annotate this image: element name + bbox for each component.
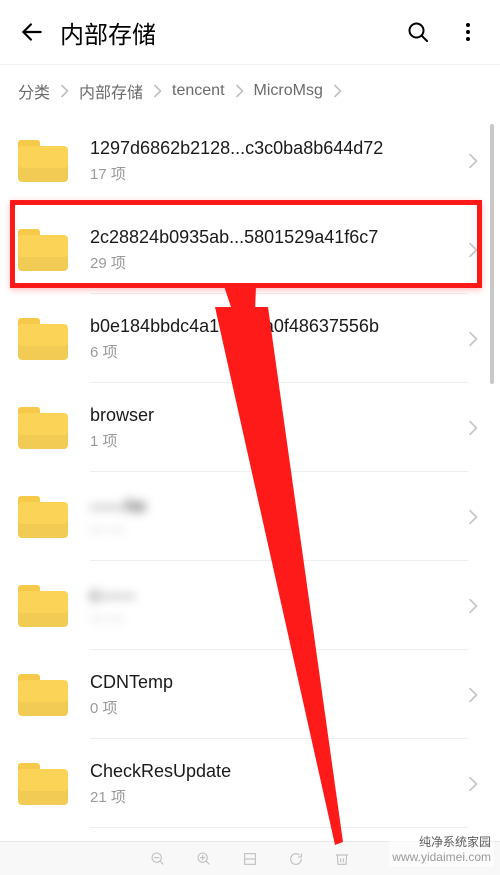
folder-item[interactable]: browser 1 项: [0, 383, 484, 472]
search-icon: [406, 20, 430, 44]
tool-fit-icon[interactable]: [240, 849, 260, 869]
folder-item-text: 2c28824b0935ab...5801529a41f6c7 29 项: [90, 227, 462, 273]
chevron-right-icon: [462, 153, 484, 169]
list-viewport: 1297d6862b2128...c3c0ba8b644d72 17 项 2c288…: [0, 116, 500, 840]
tool-delete-icon[interactable]: [332, 849, 352, 869]
folder-icon: [18, 407, 68, 449]
file-manager-screen: { "header": { "title": "内部存储" }, "breadc…: [0, 0, 500, 875]
folder-name: b0e184bbdc4a1ff...1da0f48637556b: [90, 316, 462, 337]
back-button[interactable]: [18, 18, 46, 46]
folder-item[interactable]: CDNTemp 0 项: [0, 650, 484, 739]
scrollbar[interactable]: [490, 124, 494, 384]
tool-zoom-out-icon[interactable]: [148, 849, 168, 869]
folder-item-text: CDNTemp 0 项: [90, 672, 462, 718]
chevron-right-icon: [462, 687, 484, 703]
chevron-right-icon: [462, 776, 484, 792]
folder-item-text: b0e184bbdc4a1ff...1da0f48637556b 6 项: [90, 316, 462, 362]
folder-sub: 17 项: [90, 163, 462, 184]
chevron-right-icon: [153, 84, 162, 98]
folder-item-text: 1297d6862b2128...c3c0ba8b644d72 17 项: [90, 138, 462, 184]
folder-sub: — —: [90, 610, 462, 627]
watermark: 纯净系统家园 www.yidaimei.com: [389, 834, 494, 867]
folder-item[interactable]: 1297d6862b2128...c3c0ba8b644d72 17 项: [0, 116, 484, 205]
folder-sub: 0 项: [90, 697, 462, 718]
folder-item-text: browser 1 项: [90, 405, 462, 451]
folder-name: CDNTemp: [90, 672, 462, 693]
folder-name: browser: [90, 405, 462, 426]
chevron-right-icon: [333, 84, 342, 98]
folder-sub: — —: [90, 521, 462, 538]
back-arrow-icon: [19, 19, 45, 45]
folder-item[interactable]: ——he — —: [0, 472, 484, 561]
folder-name: c——: [90, 585, 462, 606]
folder-icon: [18, 674, 68, 716]
watermark-title: 纯净系统家园: [392, 835, 491, 851]
crumb-1[interactable]: 内部存储: [79, 79, 143, 103]
folder-item-text: c—— — —: [90, 585, 462, 627]
chevron-right-icon: [462, 420, 484, 436]
chevron-right-icon: [60, 84, 69, 98]
more-vertical-icon: [456, 20, 480, 44]
header-title: 内部存储: [60, 15, 404, 50]
folder-sub: 1 项: [90, 430, 462, 451]
folder-item[interactable]: 2c28824b0935ab...5801529a41f6c7 29 项: [0, 205, 484, 294]
folder-name: CheckResUpdate: [90, 761, 462, 782]
folder-name: ——he: [90, 496, 462, 517]
folder-icon: [18, 318, 68, 360]
breadcrumb: 分类 内部存储 tencent MicroMsg: [0, 65, 500, 117]
folder-icon: [18, 585, 68, 627]
crumb-3[interactable]: MicroMsg: [254, 82, 323, 100]
folder-name: 1297d6862b2128...c3c0ba8b644d72: [90, 138, 462, 159]
folder-item[interactable]: CheckResUpdate 21 项: [0, 739, 484, 828]
tool-zoom-in-icon[interactable]: [194, 849, 214, 869]
chevron-right-icon: [235, 84, 244, 98]
search-button[interactable]: [404, 18, 432, 46]
folder-item-text: CheckResUpdate 21 项: [90, 761, 462, 807]
chevron-right-icon: [462, 509, 484, 525]
header-bar: 内部存储: [0, 0, 500, 64]
watermark-url: www.yidaimei.com: [392, 850, 491, 866]
chevron-right-icon: [462, 242, 484, 258]
tool-rotate-icon[interactable]: [286, 849, 306, 869]
folder-name: 2c28824b0935ab...5801529a41f6c7: [90, 227, 462, 248]
chevron-right-icon: [462, 331, 484, 347]
more-button[interactable]: [454, 18, 482, 46]
folder-list: 1297d6862b2128...c3c0ba8b644d72 17 项 2c288…: [0, 116, 500, 840]
crumb-0[interactable]: 分类: [18, 79, 50, 103]
folder-sub: 6 项: [90, 341, 462, 362]
folder-item-text: ——he — —: [90, 496, 462, 538]
folder-icon: [18, 496, 68, 538]
folder-sub: 21 项: [90, 786, 462, 807]
folder-sub: 29 项: [90, 252, 462, 273]
folder-icon: [18, 229, 68, 271]
chevron-right-icon: [462, 598, 484, 614]
folder-icon: [18, 140, 68, 182]
crumb-2[interactable]: tencent: [172, 82, 224, 100]
folder-icon: [18, 763, 68, 805]
folder-item[interactable]: b0e184bbdc4a1ff...1da0f48637556b 6 项: [0, 294, 484, 383]
folder-item[interactable]: c—— — —: [0, 561, 484, 650]
